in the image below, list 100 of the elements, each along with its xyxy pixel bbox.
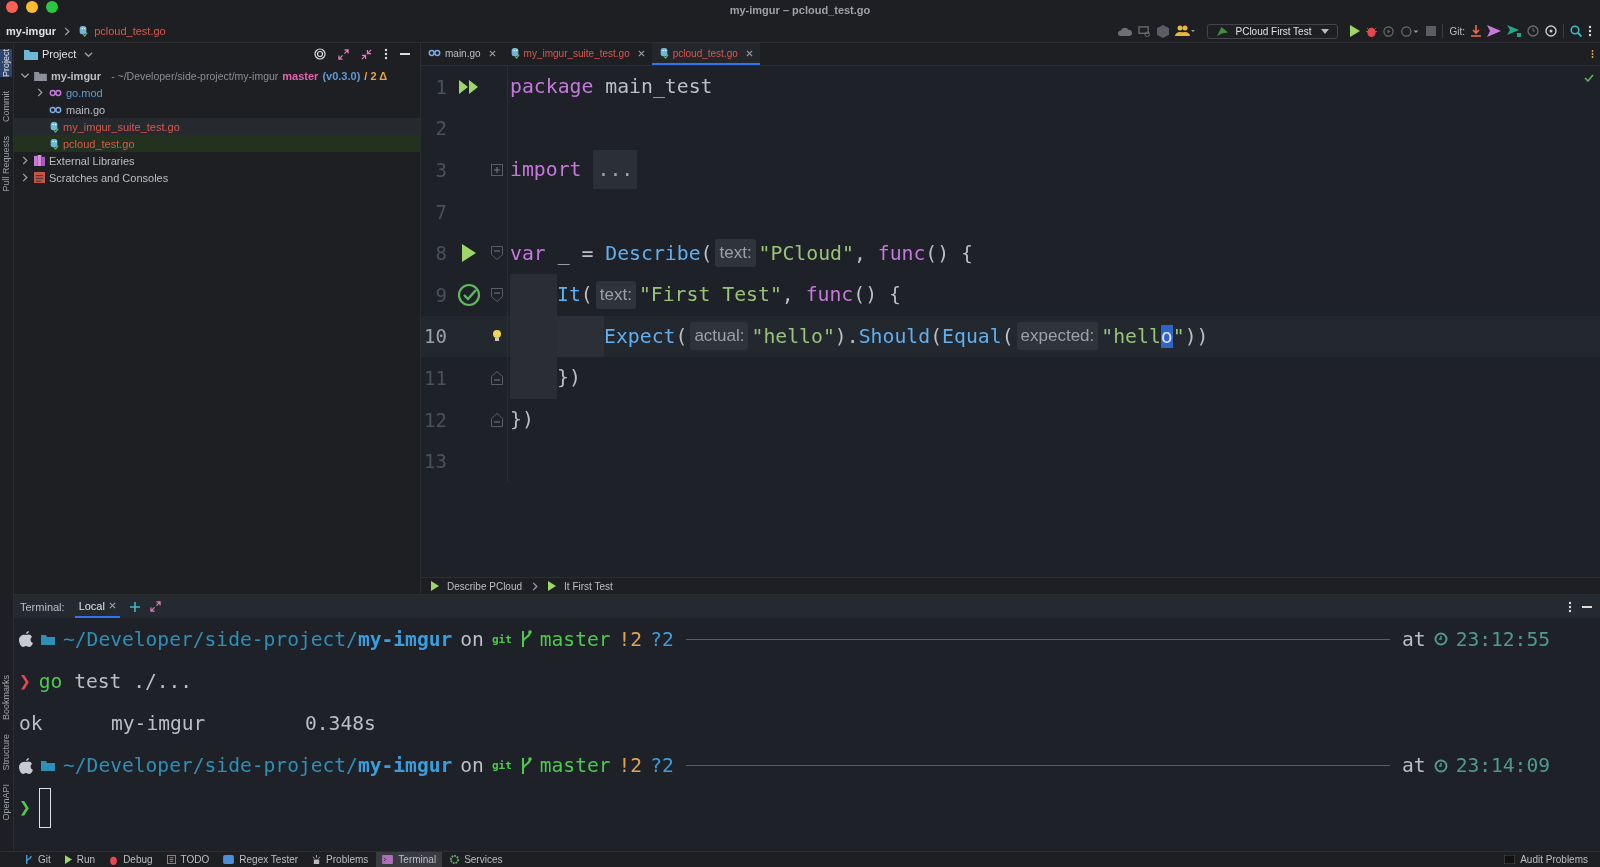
breadcrumb-item[interactable]: It First Test: [564, 580, 613, 592]
chevron-icon[interactable]: [35, 88, 45, 97]
breadcrumb-item[interactable]: my-imgur: [6, 25, 57, 37]
run-icon[interactable]: [1350, 25, 1361, 37]
tree-item[interactable]: pcloud_test.go: [63, 137, 135, 150]
tool-window-button[interactable]: Terminal: [376, 852, 443, 867]
users-icon[interactable]: [1175, 25, 1196, 37]
tool-window-button[interactable]: Problems: [306, 852, 375, 867]
bug-icon[interactable]: [1366, 25, 1378, 37]
prompt-text: at: [1402, 627, 1426, 651]
search-icon[interactable]: [1570, 25, 1582, 37]
library-icon: [34, 155, 45, 166]
tree-item[interactable]: Scratches and Consoles: [49, 171, 169, 184]
tool-window-tab[interactable]: Commit: [0, 91, 12, 122]
test-passed-icon[interactable]: [457, 282, 481, 307]
editor-tab[interactable]: my_imgur_suite_test.go: [502, 43, 652, 65]
update-icon[interactable]: [1471, 25, 1481, 37]
chevron-icon[interactable]: [20, 156, 30, 165]
expand-icon[interactable]: [149, 601, 161, 612]
more-icon[interactable]: [1588, 25, 1592, 37]
tree-item[interactable]: main.go: [66, 103, 106, 116]
lightbulb-icon[interactable]: [491, 329, 503, 344]
more-icon[interactable]: [1568, 600, 1572, 613]
tool-window-button[interactable]: Services: [444, 852, 509, 867]
output-text: ok: [19, 711, 44, 735]
editor-tab[interactable]: main.go: [421, 43, 503, 65]
tool-window-tab[interactable]: Project: [0, 49, 12, 77]
history-icon[interactable]: [1527, 25, 1539, 37]
todo-icon: [166, 855, 176, 864]
stop-icon[interactable]: [1426, 26, 1437, 36]
tree-item[interactable]: my-imgur: [51, 69, 102, 82]
chevron-icon[interactable]: [20, 173, 30, 182]
branch-label: master: [282, 69, 319, 82]
run-configuration-dropdown[interactable]: PCloud First Test: [1207, 23, 1339, 39]
rollback-icon[interactable]: [1545, 25, 1557, 37]
prompt-text: on: [460, 754, 484, 778]
expand-fold-icon[interactable]: [491, 164, 503, 176]
folder-icon: [24, 48, 38, 60]
command-text: go test ./...: [38, 669, 193, 693]
run-icon[interactable]: [461, 243, 477, 264]
close-icon[interactable]: [637, 49, 645, 57]
tool-window-tab[interactable]: Pull Requests: [0, 136, 12, 192]
prompt-time: 23:14:09: [1455, 754, 1550, 778]
push-icon[interactable]: [1487, 25, 1501, 37]
project-view-dropdown[interactable]: Project: [24, 48, 94, 60]
collapse-fold-icon[interactable]: [491, 246, 503, 261]
git-label: git: [491, 632, 512, 646]
tool-window-button[interactable]: Run: [58, 852, 102, 867]
line-number: 10: [423, 325, 447, 348]
tool-window-button[interactable]: TODO: [160, 852, 216, 867]
hexagon-icon[interactable]: [1157, 24, 1170, 38]
fold-end-icon[interactable]: [491, 370, 503, 385]
code-line: package main_test: [510, 74, 713, 101]
tool-window-button[interactable]: Audit Problems: [1498, 852, 1594, 867]
go-module-icon: [49, 88, 62, 97]
branch-icon: [519, 756, 532, 775]
chat-icon[interactable]: [1138, 25, 1152, 37]
target-icon[interactable]: [314, 48, 326, 60]
editor-tab[interactable]: pcloud_test.go: [651, 43, 760, 65]
terminal-tab[interactable]: Local: [78, 599, 105, 612]
zoom-window-button[interactable]: [46, 1, 58, 13]
breadcrumb-item[interactable]: pcloud_test.go: [94, 25, 166, 37]
branch-name: master: [539, 754, 611, 778]
separator-icon[interactable]: [62, 26, 73, 36]
folder-icon: [41, 760, 55, 772]
tool-window-button[interactable]: Regex Tester: [217, 852, 305, 867]
add-icon[interactable]: [129, 601, 140, 612]
untracked-count: ?2: [650, 754, 674, 778]
tool-window-tab[interactable]: Structure: [0, 733, 12, 771]
scratches-icon: [34, 172, 45, 183]
expand-all-icon[interactable]: [338, 48, 349, 60]
branch-icon: [519, 630, 532, 649]
tool-window-tab[interactable]: OpenAPI: [0, 784, 12, 821]
more-icon[interactable]: [1591, 49, 1594, 59]
send-icon[interactable]: [1507, 25, 1521, 37]
separator-icon[interactable]: [530, 581, 541, 591]
minimize-icon[interactable]: [1582, 605, 1592, 608]
cloud-icon[interactable]: [1118, 26, 1133, 36]
fold-end-icon[interactable]: [491, 412, 503, 427]
collapse-fold-icon[interactable]: [491, 287, 503, 302]
output-text: 0.348s: [305, 711, 377, 735]
text-cursor[interactable]: [38, 787, 51, 828]
close-window-button[interactable]: [6, 1, 18, 13]
tool-window-button[interactable]: Debug: [103, 852, 159, 867]
collapse-all-icon[interactable]: [361, 48, 372, 60]
more-icon[interactable]: [384, 48, 388, 60]
tree-item[interactable]: go.mod: [66, 86, 103, 99]
close-icon[interactable]: [745, 49, 753, 57]
coverage-icon[interactable]: [1383, 25, 1395, 37]
tool-window-button[interactable]: Git: [18, 852, 57, 867]
folder-icon: [41, 633, 55, 645]
minimize-window-button[interactable]: [26, 1, 38, 13]
tool-window-tab[interactable]: Bookmarks: [0, 674, 12, 720]
close-icon[interactable]: [488, 49, 496, 57]
run-all-icon[interactable]: [458, 78, 480, 95]
close-icon[interactable]: [108, 602, 116, 609]
tree-item[interactable]: External Libraries: [49, 154, 135, 167]
go-file-icon: [49, 105, 62, 114]
breadcrumb-item[interactable]: Describe PCloud: [447, 580, 523, 592]
chevron-icon[interactable]: [20, 71, 30, 80]
